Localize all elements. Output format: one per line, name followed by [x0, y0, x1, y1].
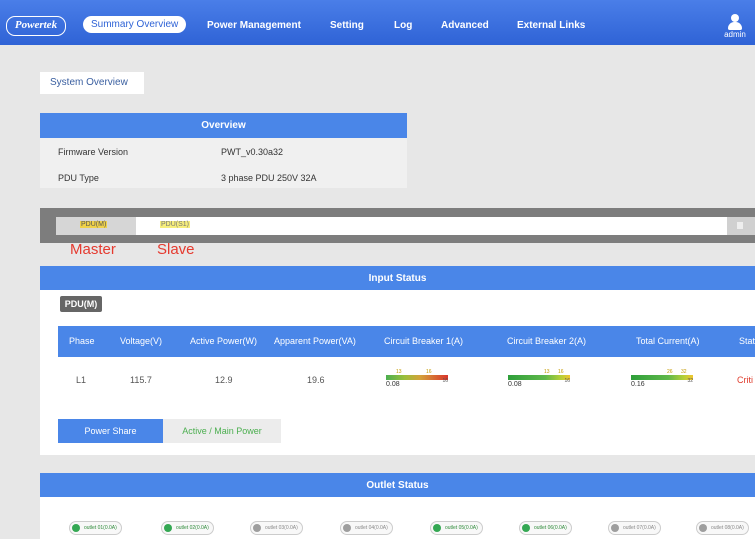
pdu-type-value: 3 phase PDU 250V 32A [221, 173, 317, 183]
col-total-current: Total Current(A) [636, 336, 700, 346]
outlet-item[interactable]: outlet 01(0.0A) [69, 521, 122, 535]
user-name: admin [724, 30, 746, 39]
outlet-on-icon [433, 524, 441, 532]
cb2-max-tick: 16 [564, 378, 570, 384]
nav-summary-overview[interactable]: Summary Overview [83, 16, 187, 33]
outlet-item[interactable]: outlet 02(0.0A) [161, 521, 214, 535]
col-voltage: Voltage(V) [120, 336, 163, 346]
tab-power-share[interactable]: Power Share [58, 419, 163, 443]
outlet-off-icon [611, 524, 619, 532]
outlet-on-icon [522, 524, 530, 532]
outlet-label: outlet 07(0.0A) [623, 525, 656, 531]
outlet-label: outlet 08(0.0A) [711, 525, 744, 531]
tab-pdu-master[interactable]: PDU(M) [56, 217, 136, 235]
outlet-item[interactable]: outlet 03(0.0A) [250, 521, 303, 535]
outlet-item[interactable]: outlet 04(0.0A) [340, 521, 393, 535]
tab-active-main-power[interactable]: Active / Main Power [163, 419, 281, 443]
cb1-value: 0.08 [386, 381, 400, 388]
pdu-master-label: PDU(M) [80, 221, 108, 228]
total-level-bar [631, 375, 693, 380]
pdu-bar-end-button[interactable] [727, 217, 755, 235]
top-navigation-bar: Powertek Summary Overview Power Manageme… [0, 0, 755, 45]
pdu-type-row: PDU Type 3 phase PDU 250V 32A [58, 173, 317, 183]
overview-header: Overview [40, 113, 407, 138]
col-circuit-breaker-1: Circuit Breaker 1(A) [384, 336, 464, 346]
cell-phase: L1 [76, 375, 87, 385]
pdu-tab-bar: PDU(M) PDU(S1) [40, 208, 755, 243]
col-phase: Phase [69, 336, 95, 346]
outlet-status-panel: outlet 01(0.0A) outlet 02(0.0A) outlet 0… [40, 497, 755, 539]
nav-external-links[interactable]: External Links [517, 20, 585, 31]
tab-system-overview[interactable]: System Overview [40, 72, 144, 94]
total-max-tick: 32 [687, 378, 693, 384]
master-annotation: Master [70, 241, 116, 258]
firmware-row: Firmware Version PWT_v0.30a32 [58, 147, 283, 157]
outlet-label: outlet 05(0.0A) [445, 525, 478, 531]
outlet-item[interactable]: outlet 06(0.0A) [519, 521, 572, 535]
user-icon [728, 14, 742, 30]
cb1-level-bar [386, 375, 448, 380]
input-table-header: Phase Voltage(V) Active Power(W) Apparen… [58, 326, 755, 357]
nav-power-management[interactable]: Power Management [207, 20, 301, 31]
outlet-off-icon [253, 524, 261, 532]
col-active-power: Active Power(W) [190, 336, 258, 346]
nav-log[interactable]: Log [394, 20, 412, 31]
tab-pdu-slave[interactable]: PDU(S1) [160, 221, 191, 228]
firmware-value: PWT_v0.30a32 [221, 147, 284, 157]
gauge-circuit-breaker-2: 13 16 16 0.08 [508, 369, 570, 391]
outlet-on-icon [164, 524, 172, 532]
nav-setting[interactable]: Setting [330, 20, 364, 31]
pdu-label-chip: PDU(M) [60, 296, 102, 312]
slave-annotation: Slave [157, 241, 195, 258]
pdu-tab-strip: PDU(M) PDU(S1) [56, 217, 755, 235]
outlet-item[interactable]: outlet 05(0.0A) [430, 521, 483, 535]
total-value: 0.16 [631, 381, 645, 388]
outlet-label: outlet 03(0.0A) [265, 525, 298, 531]
col-status: Stat [739, 336, 755, 346]
overview-panel: Firmware Version PWT_v0.30a32 PDU Type 3… [40, 138, 407, 188]
outlet-off-icon [699, 524, 707, 532]
firmware-label: Firmware Version [58, 147, 129, 157]
outlet-label: outlet 02(0.0A) [176, 525, 209, 531]
user-menu[interactable]: admin [720, 14, 750, 39]
outlet-label: outlet 04(0.0A) [355, 525, 388, 531]
input-status-header: Input Status [40, 266, 755, 290]
col-circuit-breaker-2: Circuit Breaker 2(A) [507, 336, 587, 346]
cb2-value: 0.08 [508, 381, 522, 388]
cell-active-power: 12.9 [215, 375, 233, 385]
pdu-bar-end-icon [737, 222, 743, 229]
cb2-level-bar [508, 375, 570, 380]
outlet-off-icon [343, 524, 351, 532]
cell-voltage: 115.7 [130, 375, 152, 385]
outlet-on-icon [72, 524, 80, 532]
input-status-panel: PDU(M) Phase Voltage(V) Active Power(W) … [40, 290, 755, 455]
outlet-item[interactable]: outlet 08(0.0A) [696, 521, 749, 535]
outlet-label: outlet 06(0.0A) [534, 525, 567, 531]
outlet-item[interactable]: outlet 07(0.0A) [608, 521, 661, 535]
cell-apparent-power: 19.6 [307, 375, 325, 385]
gauge-circuit-breaker-1: 13 16 16 0.08 [386, 369, 448, 391]
outlet-status-header: Outlet Status [40, 473, 755, 497]
outlet-label: outlet 01(0.0A) [84, 525, 117, 531]
col-apparent-power: Apparent Power(VA) [274, 336, 356, 346]
cell-status: Criti [737, 375, 753, 385]
powertek-logo[interactable]: Powertek [6, 16, 66, 36]
nav-advanced[interactable]: Advanced [441, 20, 489, 31]
gauge-total-current: 26 32 32 0.16 [631, 369, 693, 391]
cb1-max-tick: 16 [442, 378, 448, 384]
pdu-type-label: PDU Type [58, 173, 99, 183]
